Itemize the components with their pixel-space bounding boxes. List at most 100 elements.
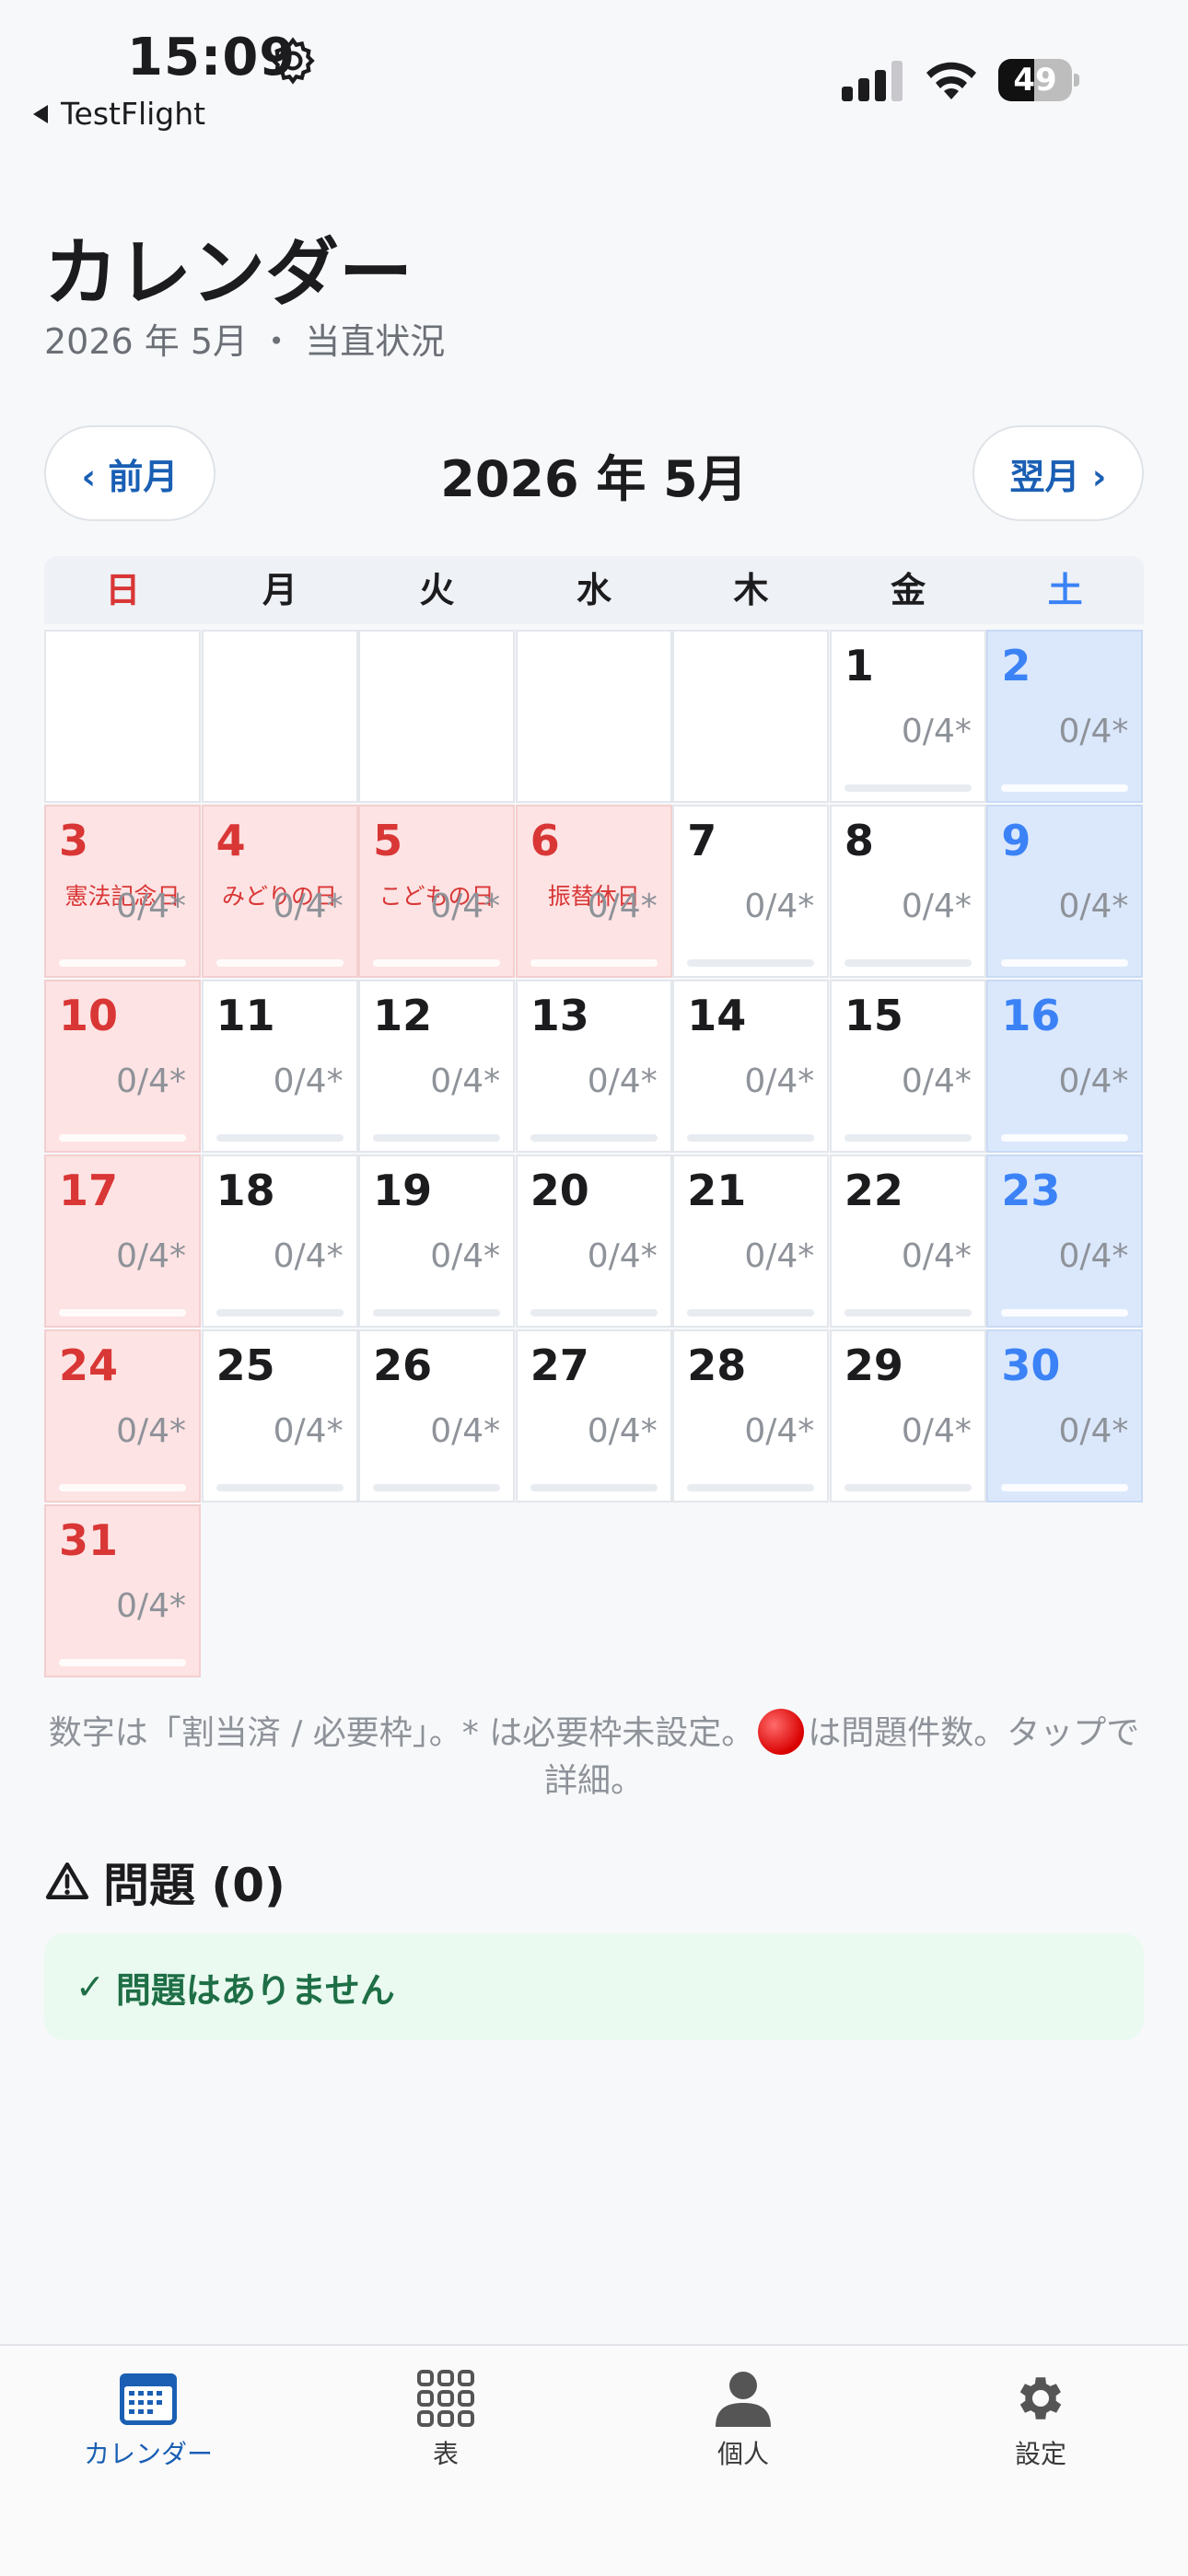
next-month-button[interactable]: 翌月 › (973, 425, 1144, 521)
tab-settings[interactable]: 設定 (949, 2370, 1133, 2471)
assignment-progress-bar (844, 1309, 972, 1317)
back-to-app[interactable]: TestFlight (33, 96, 205, 132)
day-number: 8 (844, 816, 874, 865)
tab-table[interactable]: 表 (354, 2370, 538, 2471)
back-app-label: TestFlight (61, 96, 206, 132)
calendar-day-cell[interactable]: 19 0/4* (358, 1155, 516, 1328)
assignment-progress-bar (530, 1484, 658, 1491)
assignment-progress-bar (844, 959, 972, 967)
assignment-count: 0/4* (430, 1237, 501, 1275)
legend-text: 数字は「割当済 / 必要枠」。* は必要枠未設定。 は問題件数。タップで詳細。 (44, 1709, 1144, 1805)
calendar-day-cell[interactable]: 15 0/4* (829, 980, 986, 1153)
calendar-day-cell[interactable]: 6 振替休日 0/4* (515, 805, 672, 978)
calendar-day-cell[interactable]: 9 0/4* (986, 805, 1144, 978)
calendar-day-cell[interactable]: 16 0/4* (986, 980, 1144, 1153)
calendar-day-cell[interactable]: 12 0/4* (358, 980, 516, 1153)
day-number: 30 (1001, 1340, 1061, 1390)
assignment-count: 0/4* (744, 1062, 815, 1100)
day-number: 1 (844, 641, 874, 690)
day-number: 23 (1001, 1166, 1061, 1215)
calendar-day-cell[interactable]: 7 0/4* (672, 805, 830, 978)
day-number: 17 (59, 1166, 119, 1215)
assignment-progress-bar (59, 959, 186, 967)
assignment-progress-bar (687, 1484, 815, 1491)
assignment-progress-bar (1001, 959, 1129, 967)
assignment-progress-bar (844, 784, 972, 792)
calendar-day-cell[interactable]: 25 0/4* (201, 1329, 358, 1503)
day-number: 13 (530, 991, 589, 1040)
calendar-day-cell[interactable]: 11 0/4* (201, 980, 358, 1153)
tab-calendar-label: カレンダー (83, 2439, 213, 2469)
assignment-progress-bar (687, 959, 815, 967)
assignment-count: 0/4* (587, 1062, 658, 1100)
weekday-thu: 木 (733, 570, 769, 610)
assignment-count: 0/4* (116, 1587, 186, 1625)
calendar-empty-cell (358, 630, 516, 803)
calendar-empty-cell (672, 630, 830, 803)
battery-percent: 49 (1013, 62, 1057, 99)
calendar-day-cell[interactable]: 28 0/4* (672, 1329, 830, 1503)
assignment-progress-bar (215, 959, 344, 967)
assignment-progress-bar (687, 1134, 815, 1142)
assignment-count: 0/4* (273, 1062, 344, 1100)
assignment-count: 0/4* (587, 1412, 658, 1450)
calendar-day-cell[interactable]: 20 0/4* (515, 1155, 672, 1328)
assignment-progress-bar (1001, 1134, 1129, 1142)
assignment-count: 0/4* (901, 888, 972, 925)
tab-personal[interactable]: 個人 (651, 2370, 835, 2471)
calendar-day-cell[interactable]: 5 こどもの日 0/4* (358, 805, 516, 978)
calendar-day-cell[interactable]: 29 0/4* (829, 1329, 986, 1503)
assignment-count: 0/4* (901, 1237, 972, 1275)
weekday-sun: 日 (105, 570, 141, 610)
assignment-progress-bar (687, 1309, 815, 1317)
calendar-day-cell[interactable]: 22 0/4* (829, 1155, 986, 1328)
assignment-progress-bar (59, 1484, 186, 1491)
day-number: 16 (1001, 991, 1061, 1040)
day-number: 25 (215, 1340, 275, 1390)
assignment-progress-bar (59, 1134, 186, 1142)
calendar-day-cell[interactable]: 23 0/4* (986, 1155, 1144, 1328)
red-circle-icon (758, 1709, 805, 1755)
tab-table-label: 表 (432, 2439, 459, 2469)
day-number: 2 (1001, 641, 1031, 690)
weekday-mon: 月 (262, 570, 297, 610)
assignment-count: 0/4* (430, 888, 501, 925)
calendar-day-cell[interactable]: 8 0/4* (829, 805, 986, 978)
calendar-day-cell[interactable]: 2 0/4* (986, 630, 1144, 803)
gear-status-icon (271, 37, 315, 85)
assignment-count: 0/4* (1058, 1237, 1129, 1275)
day-number: 21 (687, 1166, 747, 1215)
calendar-day-cell[interactable]: 30 0/4* (986, 1329, 1144, 1503)
calendar-day-cell[interactable]: 13 0/4* (515, 980, 672, 1153)
assignment-progress-bar (373, 959, 501, 967)
calendar-day-cell[interactable]: 3 憲法記念日 0/4* (44, 805, 201, 978)
calendar-day-cell[interactable]: 21 0/4* (672, 1155, 830, 1328)
calendar-day-cell[interactable]: 26 0/4* (358, 1329, 516, 1503)
calendar-day-cell[interactable]: 24 0/4* (44, 1329, 201, 1503)
day-number: 20 (530, 1166, 589, 1215)
assignment-count: 0/4* (116, 1412, 186, 1450)
legend-part1: 数字は「割当済 / 必要枠」。* は必要枠未設定。 (48, 1714, 755, 1752)
assignment-count: 0/4* (1058, 1062, 1129, 1100)
assignment-progress-bar (1001, 1484, 1129, 1491)
calendar-day-cell[interactable]: 27 0/4* (515, 1329, 672, 1503)
calendar-day-cell[interactable]: 10 0/4* (44, 980, 201, 1153)
tab-calendar[interactable]: カレンダー (56, 2370, 240, 2471)
calendar-icon (120, 2373, 177, 2425)
calendar-day-cell[interactable]: 1 0/4* (829, 630, 986, 803)
assignment-count: 0/4* (901, 1062, 972, 1100)
calendar-day-cell[interactable]: 4 みどりの日 0/4* (201, 805, 358, 978)
day-number: 14 (687, 991, 747, 1040)
assignment-count: 0/4* (116, 1062, 186, 1100)
assignment-count: 0/4* (116, 1237, 186, 1275)
weekday-header: 日 月 火 水 木 金 土 (44, 556, 1144, 624)
calendar-day-cell[interactable]: 18 0/4* (201, 1155, 358, 1328)
calendar-day-cell[interactable]: 17 0/4* (44, 1155, 201, 1328)
calendar-day-cell[interactable]: 14 0/4* (672, 980, 830, 1153)
day-number: 19 (373, 1166, 433, 1215)
issues-title: 問題 (0) (103, 1859, 285, 1912)
calendar-day-cell[interactable]: 31 0/4* (44, 1504, 201, 1677)
weekday-wed: 水 (576, 570, 611, 610)
assignment-count: 0/4* (587, 1237, 658, 1275)
warning-icon (45, 1862, 89, 1899)
